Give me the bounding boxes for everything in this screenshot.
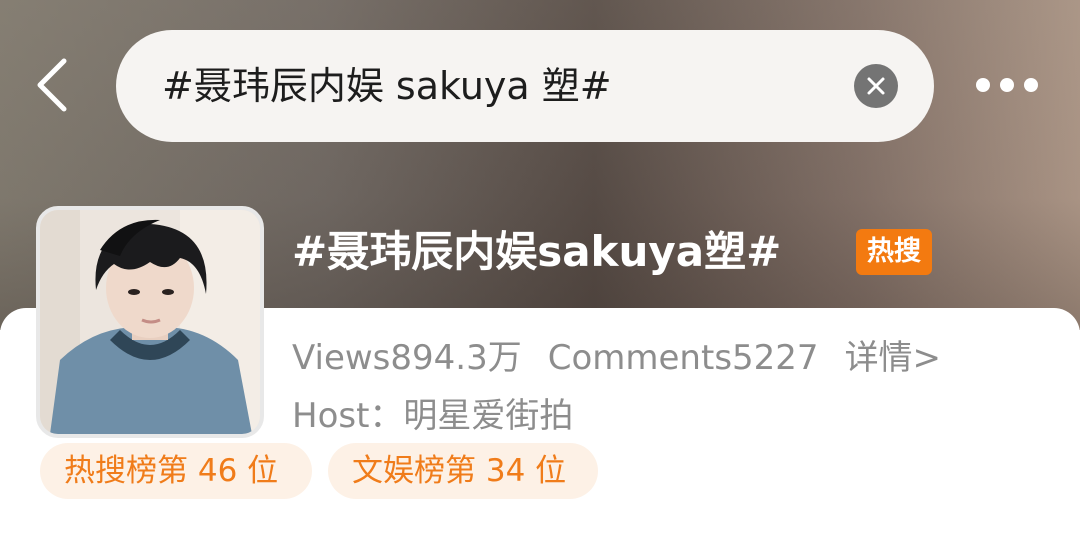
search-input[interactable]: #聂玮辰内娱 sakuya 塑# — [162, 30, 612, 142]
hot-search-rank-tag[interactable]: 热搜榜第 46 位 — [40, 443, 312, 499]
hot-search-badge: 热搜 — [856, 229, 932, 275]
clear-search-button[interactable] — [854, 64, 898, 108]
topic-stats: Views894.3万 Comments5227 详情> — [292, 330, 941, 386]
chevron-left-icon — [37, 58, 67, 112]
back-button[interactable] — [30, 55, 80, 115]
topic-avatar[interactable] — [36, 206, 264, 438]
search-bar[interactable]: #聂玮辰内娱 sakuya 塑# — [116, 30, 934, 142]
topic-title: #聂玮辰内娱sakuya塑# — [292, 227, 782, 276]
topic-host: Host：明星爱街拍 — [292, 396, 574, 436]
entertainment-rank-tag[interactable]: 文娱榜第 34 位 — [328, 443, 598, 499]
more-horizontal-icon — [976, 78, 990, 92]
more-dot — [1024, 78, 1038, 92]
avatar-photo — [40, 210, 260, 434]
details-link[interactable]: 详情> — [845, 338, 942, 378]
views-count: Views894.3万 — [292, 338, 522, 378]
comments-count: Comments5227 — [547, 338, 819, 378]
close-icon — [867, 77, 885, 95]
more-dot — [1000, 78, 1014, 92]
more-options-button[interactable] — [976, 78, 1040, 94]
